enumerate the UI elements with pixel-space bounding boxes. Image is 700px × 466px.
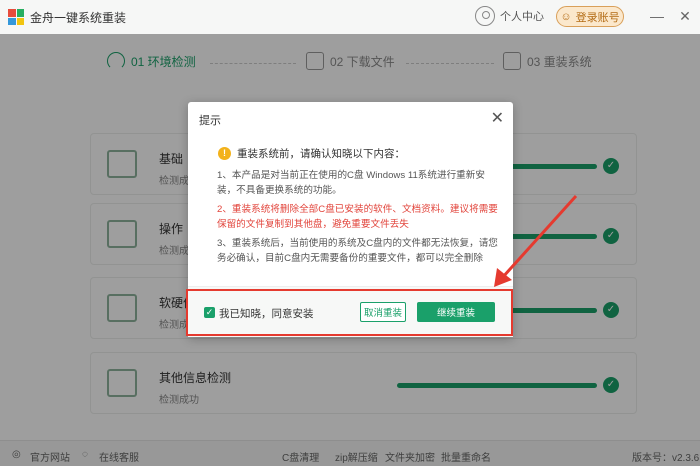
warning-icon: ! — [218, 147, 231, 160]
warning-row: ! 重装系统前，请确认知晓以下内容： — [218, 146, 405, 161]
notice-item-3: 3、重装系统后，当前使用的系统及C盘内的文件都无法恢复，请您务必确认，目前C盘内… — [217, 238, 498, 264]
login-button[interactable]: ☺ 登录账号 — [556, 6, 624, 27]
notice-item-2: 2、重装系统将删除全部C盘已安装的软件、文档资料。建议将需要保留的文件复制到其他… — [217, 204, 498, 230]
user-center-label: 个人中心 — [500, 11, 544, 23]
title-bar: 金舟一键系统重装 个人中心 ☺ 登录账号 — ✕ — [0, 0, 700, 34]
dialog-close-button[interactable]: ✕ — [491, 108, 504, 128]
dialog-title: 提示 — [199, 115, 221, 127]
user-icon: ☺ — [560, 10, 572, 23]
app-logo-icon — [8, 9, 24, 25]
user-center-button[interactable]: 个人中心 — [475, 6, 544, 26]
annotation-highlight-box — [186, 289, 513, 336]
warning-text: 重装系统前，请确认知晓以下内容： — [237, 148, 405, 160]
close-window-button[interactable]: ✕ — [676, 7, 694, 25]
login-label: 登录账号 — [575, 11, 620, 24]
minimize-button[interactable]: — — [648, 7, 666, 25]
user-avatar-icon — [475, 6, 495, 26]
notice-item-1: 1、本产品是对当前正在使用的C盘 Windows 11系统进行重新安装，不具备更… — [217, 170, 485, 196]
app-title: 金舟一键系统重装 — [30, 11, 127, 25]
